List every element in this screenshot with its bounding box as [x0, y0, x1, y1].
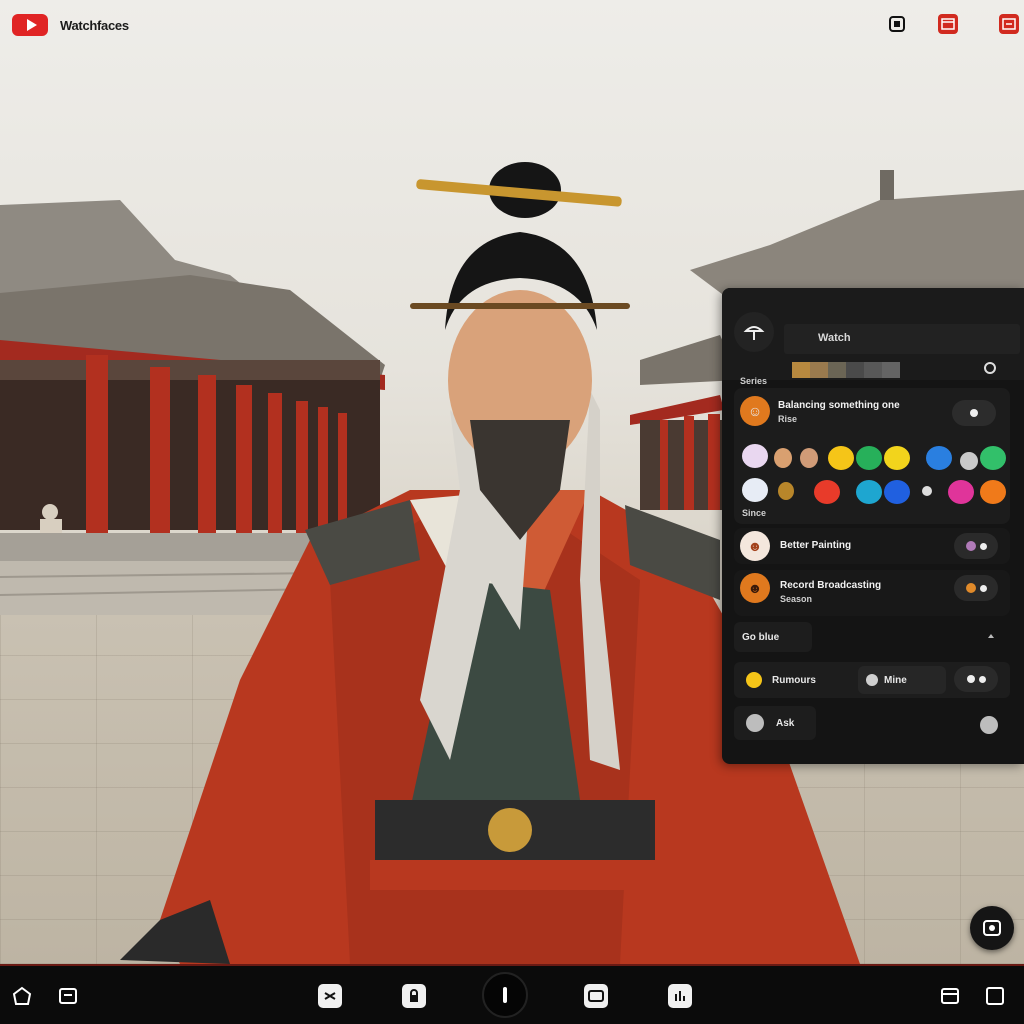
comment-author: Record Broadcasting: [780, 580, 882, 591]
reply-button[interactable]: [952, 400, 996, 426]
coin-icon: [866, 674, 878, 686]
panel-subtitle: Series: [740, 376, 768, 386]
play-pause-button[interactable]: [482, 972, 528, 1018]
coin-icon: [746, 672, 762, 688]
reaction-icon[interactable]: [774, 448, 792, 468]
panel-title: Watch: [818, 332, 851, 344]
avatar[interactable]: ☻: [740, 531, 770, 561]
camera-icon[interactable]: [970, 906, 1014, 950]
reaction-icon[interactable]: [742, 444, 768, 468]
color-swatches[interactable]: [792, 362, 920, 378]
bottom-bar: [0, 964, 1024, 1024]
swatch[interactable]: [828, 362, 846, 378]
reaction-icon[interactable]: [856, 446, 882, 470]
reaction-icon[interactable]: [814, 480, 840, 504]
footer-item-label: Rumours: [772, 674, 816, 686]
swatch[interactable]: [864, 362, 882, 378]
share-icon[interactable]: [668, 984, 692, 1008]
footer-item[interactable]: Mine: [858, 666, 946, 694]
window-icon[interactable]: [938, 14, 958, 34]
side-panel: Watch Series ☺ Balancing something one R…: [722, 288, 1024, 764]
caret-icon[interactable]: [988, 634, 994, 638]
reaction-icon[interactable]: [884, 446, 910, 470]
reaction-icon[interactable]: [922, 486, 932, 496]
toggle-button[interactable]: [954, 666, 998, 692]
reaction-icon[interactable]: [980, 480, 1006, 504]
swatch[interactable]: [846, 362, 864, 378]
reaction-icon[interactable]: [742, 478, 768, 502]
swatch[interactable]: [882, 362, 900, 378]
home-icon[interactable]: [10, 984, 34, 1008]
lock-icon[interactable]: [402, 984, 426, 1008]
miniplayer-icon[interactable]: [938, 984, 962, 1008]
avatar[interactable]: ☻: [740, 573, 770, 603]
cast-icon[interactable]: [999, 14, 1019, 34]
more-icon[interactable]: [980, 716, 998, 734]
comment-card[interactable]: ☺ Balancing something one Rise Since: [734, 388, 1010, 524]
library-icon[interactable]: [56, 984, 80, 1008]
settings-icon[interactable]: [984, 362, 996, 374]
section-tab[interactable]: Go blue: [734, 622, 812, 652]
reaction-icon[interactable]: [778, 482, 794, 500]
captions-icon[interactable]: [584, 984, 608, 1008]
comment-author: Balancing something one: [778, 400, 900, 411]
reaction-icon[interactable]: [926, 446, 952, 470]
avatar[interactable]: ☺: [740, 396, 770, 426]
pause-icon: [503, 987, 507, 1003]
section-label: Go blue: [742, 631, 780, 643]
channel-name[interactable]: Watchfaces: [60, 18, 129, 33]
comment-meta: Rise: [778, 414, 798, 424]
reaction-icon[interactable]: [948, 480, 974, 504]
swatch[interactable]: [810, 362, 828, 378]
comment-meta: Season: [780, 594, 813, 604]
tv-icon[interactable]: [887, 14, 907, 34]
shuffle-icon[interactable]: [318, 984, 342, 1008]
panel-header: Watch Series: [722, 288, 1024, 386]
reaction-icon[interactable]: [800, 448, 818, 468]
footer-item[interactable]: Ask: [734, 706, 816, 740]
panel-section: Go blue Rumours Mine Ask: [734, 622, 1010, 752]
reaction-icon[interactable]: [828, 446, 854, 470]
comment-card[interactable]: ☻ Better Painting: [734, 528, 1010, 564]
toggle-button[interactable]: [954, 533, 998, 559]
footer-item-label: Mine: [884, 674, 907, 686]
reaction-icon[interactable]: [960, 452, 978, 470]
coin-icon: [746, 714, 764, 732]
reaction-icon[interactable]: [884, 480, 910, 504]
reaction-icon[interactable]: [980, 446, 1006, 470]
top-bar: Watchfaces: [0, 0, 1024, 50]
comment-author: Better Painting: [780, 540, 852, 551]
toggle-button[interactable]: [954, 575, 998, 601]
footer-item-label: Ask: [776, 717, 795, 729]
fullscreen-icon[interactable]: [983, 984, 1007, 1008]
youtube-logo-icon[interactable]: [12, 14, 48, 36]
comment-card[interactable]: ☻ Record Broadcasting Season: [734, 570, 1010, 616]
umbrella-icon[interactable]: [734, 312, 774, 352]
reactions-label: Since: [742, 508, 767, 518]
reaction-icon[interactable]: [856, 480, 882, 504]
swatch[interactable]: [792, 362, 810, 378]
